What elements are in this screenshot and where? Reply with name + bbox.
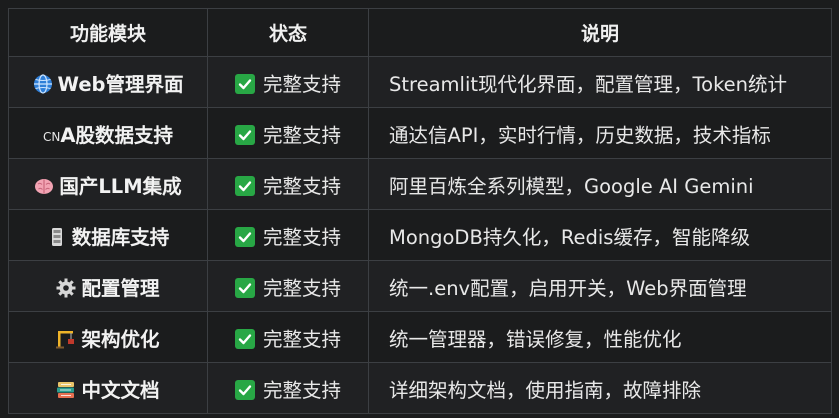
- feature-table-container: 功能模块 状态 说明 Web管理界面 完整支持 Streamlit现代化界面，配…: [8, 8, 832, 414]
- check-icon: [234, 277, 255, 298]
- feature-cell: 数据库支持: [8, 209, 208, 261]
- database-icon: [47, 227, 67, 247]
- table-row: 架构优化 完整支持 统一管理器，错误修复，性能优化: [8, 311, 832, 363]
- description-cell: 阿里百炼全系列模型，Google AI Gemini: [368, 158, 832, 210]
- header-status: 状态: [207, 8, 369, 57]
- check-icon: [234, 226, 255, 247]
- table-row: 国产LLM集成 完整支持 阿里百炼全系列模型，Google AI Gemini: [8, 158, 832, 210]
- gear-icon: [56, 278, 76, 298]
- feature-label: Web管理界面: [57, 72, 184, 96]
- status-cell: 完整支持: [207, 107, 369, 159]
- check-icon: [234, 73, 255, 94]
- feature-cell: Web管理界面: [8, 56, 208, 108]
- feature-cell: 配置管理: [8, 260, 208, 312]
- books-icon: [56, 380, 76, 400]
- feature-cell: 架构优化: [8, 311, 208, 363]
- feature-table: 功能模块 状态 说明 Web管理界面 完整支持 Streamlit现代化界面，配…: [8, 8, 832, 414]
- feature-cell: 国产LLM集成: [8, 158, 208, 210]
- description-cell: Streamlit现代化界面，配置管理，Token统计: [368, 56, 832, 108]
- description-cell: 统一管理器，错误修复，性能优化: [368, 311, 832, 363]
- status-cell: 完整支持: [207, 209, 369, 261]
- feature-label: 配置管理: [81, 276, 160, 300]
- feature-label: 数据库支持: [71, 225, 170, 249]
- brain-icon: [34, 176, 54, 196]
- description-cell: 统一.env配置，启用开关，Web界面管理: [368, 260, 832, 312]
- check-icon: [234, 328, 255, 349]
- feature-cell: 中文文档: [8, 362, 208, 414]
- status-label: 完整支持: [262, 225, 341, 249]
- globe-icon: [33, 73, 53, 94]
- status-label: 完整支持: [262, 327, 341, 351]
- check-icon: [234, 379, 255, 400]
- description-cell: 通达信API，实时行情，历史数据，技术指标: [368, 107, 832, 159]
- status-label: 完整支持: [262, 276, 341, 300]
- description-cell: MongoDB持久化，Redis缓存，智能降级: [368, 209, 832, 261]
- header-feature: 功能模块: [8, 8, 208, 57]
- status-cell: 完整支持: [207, 260, 369, 312]
- feature-label: A股数据支持: [60, 123, 173, 147]
- table-row: 数据库支持 完整支持 MongoDB持久化，Redis缓存，智能降级: [8, 209, 832, 261]
- header-description: 说明: [368, 8, 832, 57]
- status-label: 完整支持: [262, 378, 341, 402]
- table-row: CNA股数据支持 完整支持 通达信API，实时行情，历史数据，技术指标: [8, 107, 832, 159]
- description-cell: 详细架构文档，使用指南，故障排除: [368, 362, 832, 414]
- table-row: 中文文档 完整支持 详细架构文档，使用指南，故障排除: [8, 362, 832, 414]
- table-row: 配置管理 完整支持 统一.env配置，启用开关，Web界面管理: [8, 260, 832, 312]
- status-cell: 完整支持: [207, 311, 369, 363]
- feature-label: 国产LLM集成: [59, 174, 182, 198]
- feature-label: 架构优化: [81, 327, 160, 351]
- status-label: 完整支持: [262, 72, 341, 96]
- status-cell: 完整支持: [207, 158, 369, 210]
- check-icon: [234, 175, 255, 196]
- cn-flag-icon: CN: [43, 129, 61, 144]
- construction-icon: [56, 329, 76, 349]
- status-label: 完整支持: [262, 174, 341, 198]
- feature-cell: CNA股数据支持: [8, 107, 208, 159]
- status-label: 完整支持: [262, 123, 341, 147]
- status-cell: 完整支持: [207, 362, 369, 414]
- table-header-row: 功能模块 状态 说明: [8, 8, 832, 57]
- check-icon: [234, 124, 255, 145]
- feature-label: 中文文档: [81, 378, 160, 402]
- status-cell: 完整支持: [207, 56, 369, 108]
- table-row: Web管理界面 完整支持 Streamlit现代化界面，配置管理，Token统计: [8, 56, 832, 108]
